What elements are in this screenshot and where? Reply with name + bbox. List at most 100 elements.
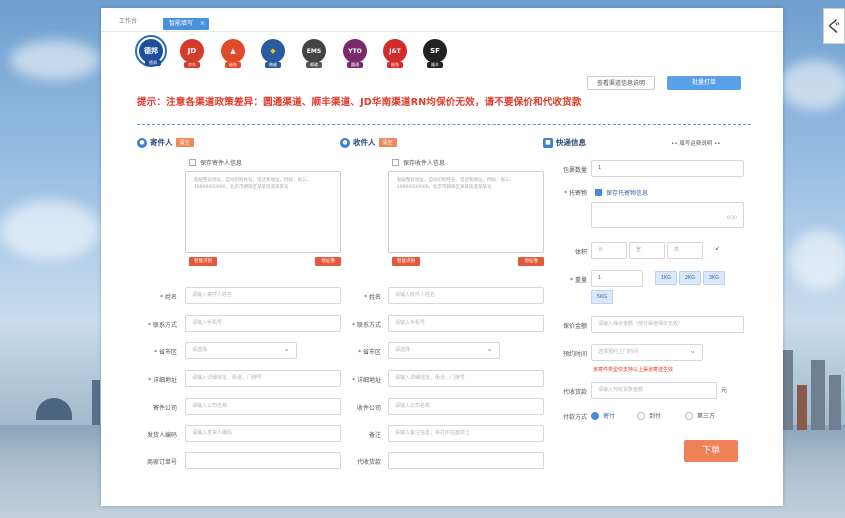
carrier-caption: 京东 [184, 62, 200, 68]
receiver-region-select[interactable]: 请选择 [388, 342, 500, 359]
tab-bar: 工作台 智能填写 × [101, 8, 783, 32]
carrier-deppon[interactable]: 德邦 德邦 [135, 35, 167, 67]
sender-company-input[interactable]: 请输入公司名称 [185, 398, 341, 415]
submit-order-button[interactable]: 下单 [684, 440, 738, 462]
package-icon: ■ [543, 137, 553, 148]
batch-order-button[interactable]: 批量打单 [667, 76, 741, 90]
sender-addressbook-button[interactable]: 地址簿 [315, 257, 341, 266]
channel-warning: 该寄件类型仅支持以上渠道寄送生效 [593, 367, 674, 373]
sender-paste-area[interactable]: 粘贴整段地址，自动识别姓名、电话和地址，例如：张三，18800000000，北京… [185, 171, 341, 253]
cloud [10, 40, 100, 80]
radio-label: 寄付 [603, 413, 616, 420]
tower-building [92, 380, 100, 425]
receiver-recognize-button[interactable]: 智能识别 [392, 257, 420, 266]
receiver-paste-area[interactable]: 粘贴整段地址，自动识别姓名、电话和地址，例如：张三，18800000000，北京… [388, 171, 544, 253]
field-label: 收件公司 [356, 405, 381, 412]
weight-input[interactable]: 1 [591, 270, 643, 287]
cod-receiver-input[interactable] [388, 452, 544, 469]
save-receiver-checkbox[interactable]: 保存收件人信息 [392, 158, 445, 167]
sender-region-select[interactable]: 请选择 [185, 342, 297, 359]
pickup-time-select[interactable]: 选择预约上门时间 [591, 344, 703, 361]
radio-icon[interactable] [685, 411, 693, 420]
sender-header: ● 寄件人 清空 [137, 137, 194, 148]
order-number-input[interactable] [185, 452, 341, 469]
width-input[interactable]: 宽 [629, 242, 665, 259]
receiver-address-input[interactable]: 请输入详细地址，街道、门牌号 [388, 370, 544, 387]
radio-icon[interactable] [591, 411, 599, 420]
save-sender-checkbox[interactable]: 保存寄件人信息 [189, 158, 242, 167]
person-icon: ● [137, 137, 147, 148]
checkbox-icon[interactable] [595, 189, 602, 196]
checkbox-icon[interactable] [392, 159, 399, 166]
yto-logo-icon: YTO [343, 39, 367, 63]
cloud [0, 200, 100, 260]
radio-label: 到付 [649, 413, 662, 420]
field-label: * 托寄物 [564, 190, 587, 197]
receiver-name-input[interactable]: 请输入收件人姓名 [388, 287, 544, 304]
goods-textarea[interactable]: 0/30 [591, 202, 744, 228]
sender-recognize-button[interactable]: 智能识别 [189, 257, 217, 266]
carrier-caption: 德邦 [145, 60, 161, 66]
field-label: * 详细地址 [148, 377, 177, 384]
field-label: * 姓名 [364, 294, 381, 301]
app-window: 工作台 智能填写 × 德邦 德邦 JD 京东 ▲ 极兔 ◆ 跨越 EMS 邮政 … [101, 8, 783, 506]
package-header: ■ 快递信息 [543, 137, 586, 148]
policy-notice: 提示：注意各渠道政策差异：圆通渠道、顺丰渠道、JD华南渠道RN均保价无效，请不要… [137, 97, 582, 108]
field-label: 代收货款 [356, 459, 381, 466]
field-label: * 重量 [570, 277, 587, 284]
weight-tag[interactable]: 5KG [591, 290, 613, 304]
checkbox-label: 保存寄件人信息 [200, 160, 243, 167]
carrier-3[interactable]: ▲ 极兔 [217, 35, 249, 68]
tab-smart-fill[interactable]: 智能填写 × [163, 18, 209, 30]
side-tab[interactable]: ぐ [823, 8, 845, 44]
receiver-company-input[interactable]: 请输入公司名称 [388, 398, 544, 415]
calc-icon[interactable]: ↙ [715, 245, 720, 252]
length-input[interactable]: 长 [591, 242, 627, 259]
dome-building [36, 398, 72, 420]
carrier-sf[interactable]: SF 顺丰 [419, 35, 451, 68]
carrier-yto[interactable]: YTO 圆通 [339, 35, 371, 68]
carrier-ems[interactable]: EMS 邮政 [298, 35, 330, 68]
sender-clear-button[interactable]: 清空 [175, 138, 194, 147]
receiver-addressbook-button[interactable]: 地址簿 [518, 257, 544, 266]
sf-logo-icon: SF [423, 39, 447, 63]
carrier-jt[interactable]: J&T 极兔 [379, 35, 411, 68]
package-title: 快递信息 [556, 138, 586, 147]
carrier-logo-icon: ◆ [261, 39, 285, 63]
pay-option-sender[interactable]: 寄付 [591, 411, 615, 420]
close-icon[interactable]: × [200, 18, 205, 30]
carrier-caption: 极兔 [387, 62, 403, 68]
sender-code-input[interactable]: 请输入发货人编码 [185, 425, 341, 442]
sender-phone-input[interactable]: 请输入手机号 [185, 315, 341, 332]
jd-logo-icon: JD [180, 39, 204, 63]
pay-option-receiver[interactable]: 到付 [637, 411, 661, 420]
sender-address-input[interactable]: 请输入详细地址，街道、门牌号 [185, 370, 341, 387]
remark-input[interactable]: 请输入备注信息，将打印在面单上 [388, 425, 544, 442]
breadcrumb[interactable]: 工作台 [119, 16, 137, 25]
receiver-phone-input[interactable]: 请输入手机号 [388, 315, 544, 332]
field-label: 备注 [368, 432, 381, 439]
field-label: 商家订单号 [146, 459, 177, 466]
receiver-clear-button[interactable]: 清空 [378, 138, 397, 147]
sender-name-input[interactable]: 请输入寄件人姓名 [185, 287, 341, 304]
carrier-4[interactable]: ◆ 跨越 [257, 35, 289, 68]
save-goods-checkbox[interactable]: 保存托寄物信息 [595, 188, 648, 197]
cod-input[interactable]: 请输入代收货款金额 [591, 382, 717, 399]
weight-tag[interactable]: 1KG [655, 271, 677, 285]
channel-info-button[interactable]: 查看渠道信息说明 [587, 76, 655, 90]
person-icon: ● [340, 137, 350, 148]
field-label: * 详细地址 [352, 377, 381, 384]
pay-option-third[interactable]: 第三方 [685, 411, 715, 420]
insure-input[interactable]: 请输入保价金额（部分渠道保价无效） [591, 316, 744, 333]
freight-info-link[interactable]: •• 填写运费说明 •• [671, 139, 720, 147]
carrier-jd[interactable]: JD 京东 [176, 35, 208, 68]
radio-icon[interactable] [637, 411, 645, 420]
field-label: 预约时间 [562, 351, 587, 358]
package-count-input[interactable]: 1 [591, 160, 744, 177]
carrier-caption: 圆通 [347, 62, 363, 68]
checkbox-icon[interactable] [189, 159, 196, 166]
height-input[interactable]: 高 [667, 242, 703, 259]
weight-tag[interactable]: 2KG [679, 271, 701, 285]
tab-label: 智能填写 [169, 20, 194, 27]
weight-tag[interactable]: 3KG [703, 271, 725, 285]
